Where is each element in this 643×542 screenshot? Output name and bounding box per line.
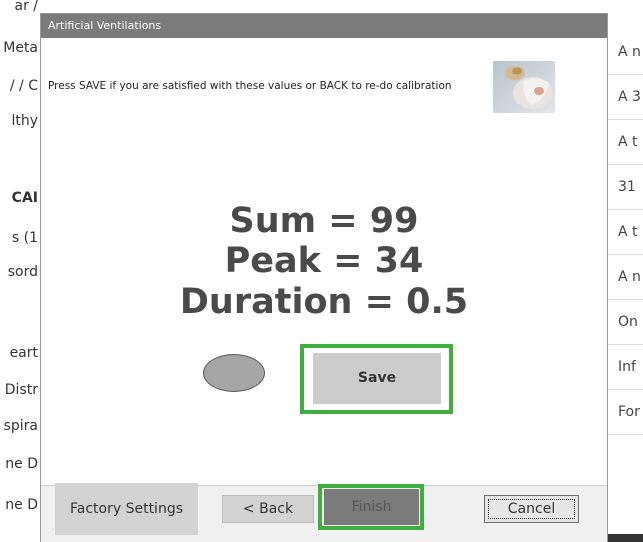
- bg-left-item: ne D: [5, 456, 38, 472]
- training-image-icon: [493, 61, 555, 113]
- bg-right-item: For: [608, 390, 643, 435]
- bg-left-item: spira: [3, 418, 38, 434]
- dialog-content: Press SAVE if you are satisfied with the…: [41, 38, 607, 485]
- calibration-dialog: Artificial Ventilations Press SAVE if yo…: [40, 13, 608, 542]
- back-button[interactable]: < Back: [222, 495, 314, 523]
- duration-value: Duration = 0.5: [179, 282, 469, 322]
- bg-left-item: ar /: [14, 0, 38, 14]
- cancel-button[interactable]: Cancel: [484, 495, 579, 523]
- bg-left-item: s (1: [11, 230, 38, 246]
- sum-value: Sum = 99: [229, 201, 419, 241]
- status-indicator-oval: [203, 354, 265, 392]
- instruction-text: Press SAVE if you are satisfied with the…: [48, 80, 452, 92]
- bg-left-item: / / C: [9, 78, 38, 94]
- bg-left-item: Distr: [4, 382, 38, 398]
- factory-settings-button[interactable]: Factory Settings: [55, 483, 198, 535]
- bg-right-item: A t: [608, 210, 643, 255]
- bg-right-item: Inf: [608, 345, 643, 390]
- cancel-label: Cancel: [507, 501, 556, 517]
- bg-left-item: Meta: [3, 40, 38, 56]
- bg-left-item: lthy: [11, 113, 38, 129]
- bg-left-item: eart: [9, 345, 38, 361]
- bg-right-dark-strip: [608, 534, 643, 542]
- background-left-column: ar / Meta / / C lthy CAI s (1 sord eart …: [0, 0, 40, 542]
- bg-right-item: A n: [608, 30, 643, 75]
- save-button[interactable]: Save: [313, 353, 441, 404]
- bg-left-item: CAI: [11, 190, 38, 206]
- bg-left-item: ne D: [5, 497, 38, 513]
- bg-left-item: sord: [7, 264, 38, 280]
- bg-right-item: A t: [608, 120, 643, 165]
- bg-right-item: On: [608, 300, 643, 345]
- bg-right-item: A 3: [608, 75, 643, 120]
- background-right-column: A n A 3 A t 31 A t A n On Inf For: [608, 0, 643, 542]
- finish-button[interactable]: Finish: [324, 489, 419, 525]
- dialog-title: Artificial Ventilations: [41, 14, 607, 38]
- bg-right-item: A n: [608, 255, 643, 300]
- bg-right-item: 31: [608, 165, 643, 210]
- peak-value: Peak = 34: [224, 241, 424, 281]
